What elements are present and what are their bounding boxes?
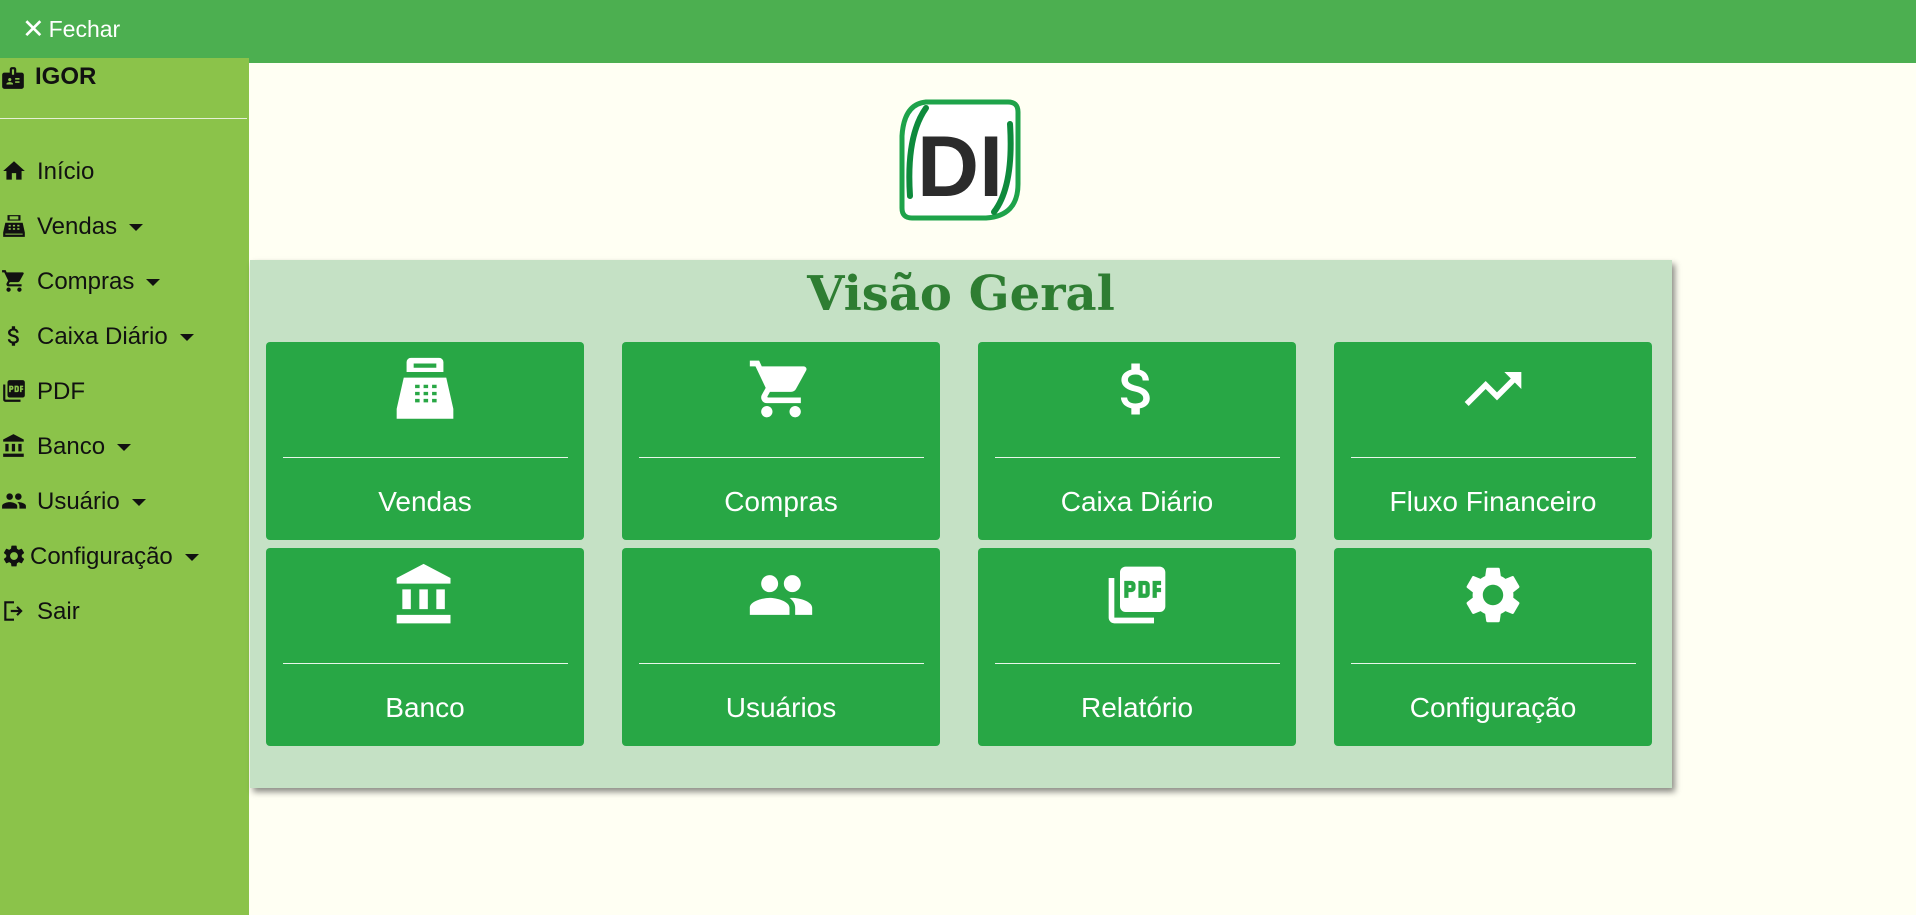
sidebar-item-label: Configuração [30,542,173,570]
page-title: Visão Geral [807,266,1115,322]
card-banco[interactable]: Banco [266,548,584,746]
sidebar-menu: Início Vendas Compras Caixa Diário PDF B… [0,144,249,639]
bank-icon [266,560,584,630]
card-divider [283,457,568,458]
svg-text:DI: DI [917,119,1003,215]
card-fluxo-financeiro[interactable]: Fluxo Financeiro [1334,342,1652,540]
dollar-icon [0,323,37,351]
card-divider [995,663,1280,664]
card-divider [1351,663,1636,664]
sidebar-item-configuracao[interactable]: Configuração [0,529,249,584]
caret-down-icon [117,444,132,451]
card-label: Banco [385,692,465,723]
pdf-icon [0,378,37,406]
sidebar-item-label: Usuário [37,487,120,515]
card-label: Fluxo Financeiro [1389,486,1597,517]
caret-down-icon [179,334,194,341]
sidebar-item-label: Início [37,157,95,185]
di-logo: DI [899,99,1021,221]
card-divider [995,457,1280,458]
card-label: Usuários [725,692,837,723]
sidebar-item-caixa-diario[interactable]: Caixa Diário [0,309,249,364]
close-icon: ✕ [22,13,45,44]
sidebar-item-banco[interactable]: Banco [0,419,249,474]
dollar-icon [978,354,1296,424]
sidebar-item-label: Sair [37,597,80,625]
caret-down-icon [184,554,199,561]
cash-register-icon [266,354,584,424]
card-relatorio[interactable]: Relatório [978,548,1296,746]
users-icon [0,488,37,516]
sidebar-item-inicio[interactable]: Início [0,144,249,199]
card-divider [639,663,924,664]
trending-up-icon [1334,354,1652,424]
cart-icon [0,268,37,296]
card-divider [283,663,568,664]
sidebar-item-label: Vendas [37,212,118,240]
user-profile: IGOR [0,58,249,118]
sidebar-item-label: Caixa Diário [37,322,168,350]
card-configuracao[interactable]: Configuração [1334,548,1652,746]
card-divider [639,457,924,458]
card-label: Relatório [1080,692,1194,723]
shortcut-grid: Vendas Compras Caixa Diário Fluxo Financ… [266,342,1652,746]
sidebar-item-compras[interactable]: Compras [0,254,249,309]
user-name: IGOR [35,63,97,90]
sidebar-item-usuario[interactable]: Usuário [0,474,249,529]
gear-icon [1334,560,1652,630]
pdf-icon [978,560,1296,630]
sidebar-item-pdf[interactable]: PDF [0,364,249,419]
sidebar-item-vendas[interactable]: Vendas [0,199,249,254]
close-sidebar-button[interactable]: ✕ Fechar [0,0,249,58]
bank-icon [0,433,37,461]
cart-icon [622,354,940,424]
home-icon [0,158,37,186]
sidebar-divider [0,118,247,119]
sidebar-item-label: PDF [37,377,85,405]
overview-panel: Visão Geral Vendas Compras Caixa Diário … [250,260,1672,788]
logout-icon [0,598,37,626]
card-compras[interactable]: Compras [622,342,940,540]
caret-down-icon [131,499,146,506]
id-badge-icon [2,67,24,89]
card-label: Compras [724,486,838,517]
card-label: Caixa Diário [1060,486,1214,517]
caret-down-icon [146,279,161,286]
users-icon [622,560,940,630]
sidebar: ✕ Fechar IGOR Início Vendas Compras Caix… [0,0,249,915]
card-usuarios[interactable]: Usuários [622,548,940,746]
card-label: Vendas [378,486,472,517]
caret-down-icon [129,224,144,231]
cash-register-icon [0,213,37,241]
card-vendas[interactable]: Vendas [266,342,584,540]
card-divider [1351,457,1636,458]
top-bar [249,0,1916,63]
sidebar-item-label: Banco [37,432,106,460]
card-caixa-diario[interactable]: Caixa Diário [978,342,1296,540]
sidebar-item-sair[interactable]: Sair [0,584,249,639]
card-label: Configuração [1409,692,1577,723]
close-label: Fechar [48,15,121,42]
gear-icon [0,543,30,571]
sidebar-item-label: Compras [37,267,135,295]
